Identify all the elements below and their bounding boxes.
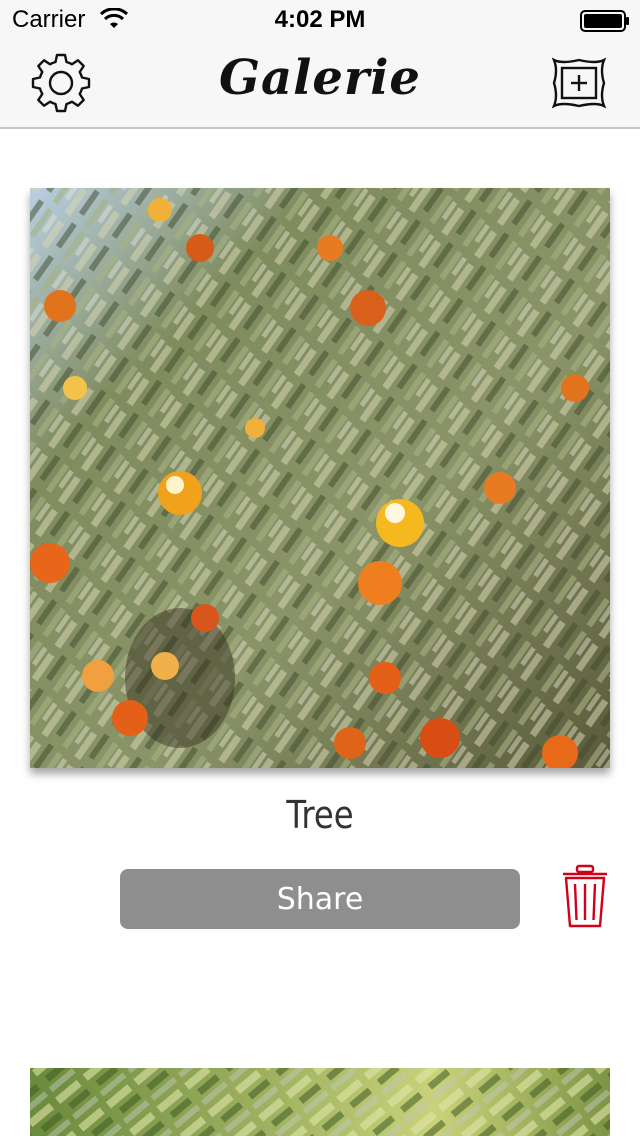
tree-painting-image (30, 188, 610, 768)
share-button-label: Share (276, 881, 364, 917)
trash-icon (563, 864, 607, 928)
navigation-bar: Galerie (0, 40, 640, 129)
app-title: Galerie (219, 50, 421, 106)
delete-button[interactable] (558, 862, 612, 932)
share-button[interactable]: Share (120, 869, 520, 929)
leaves-painting-image (30, 1068, 610, 1136)
add-frame-button[interactable] (546, 54, 612, 112)
status-bar: Carrier 4:02 PM (0, 0, 640, 40)
gallery-photo[interactable] (30, 1068, 610, 1136)
gallery-photo[interactable] (30, 188, 610, 768)
status-time: 4:02 PM (274, 6, 366, 33)
add-frame-icon (551, 57, 607, 109)
photo-title: Tree (286, 793, 354, 837)
battery-icon (580, 10, 629, 32)
